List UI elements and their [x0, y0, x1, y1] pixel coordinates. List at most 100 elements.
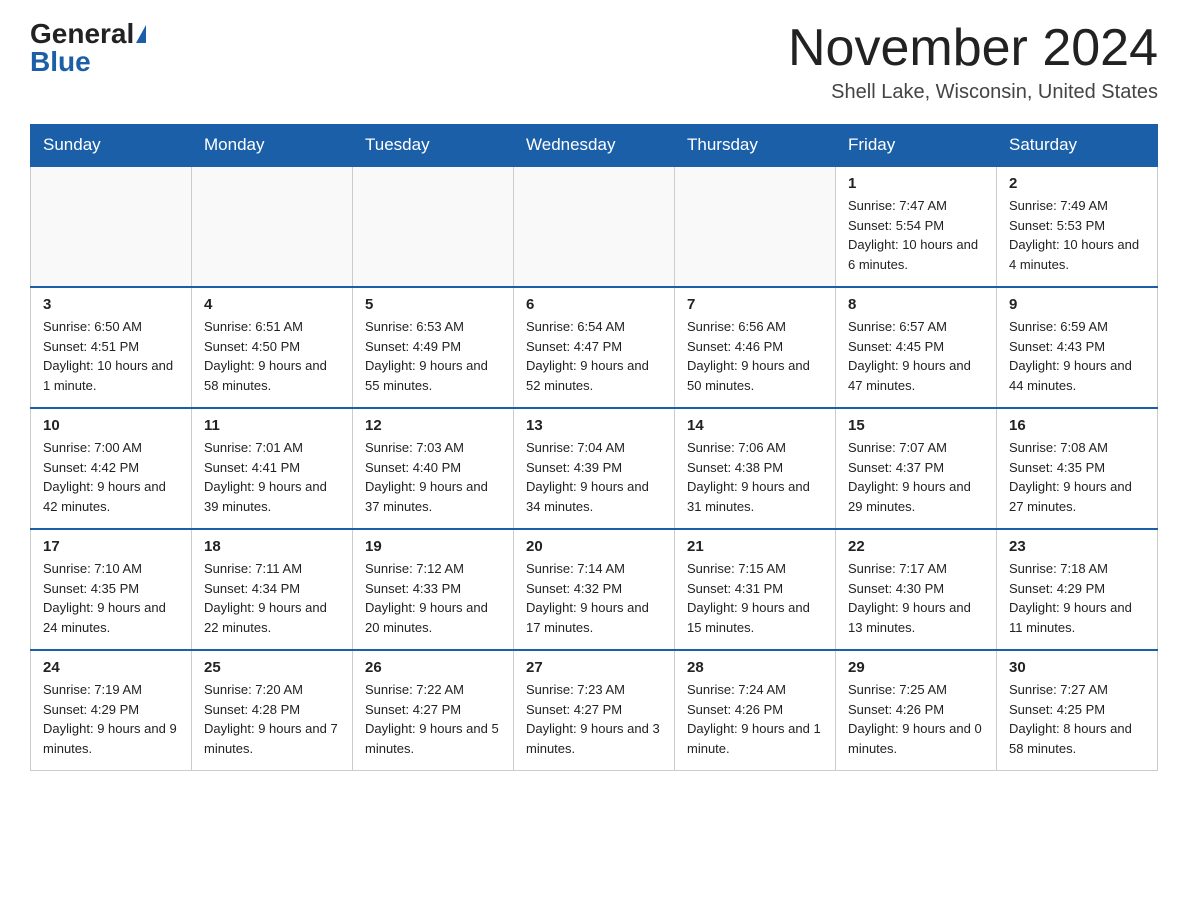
calendar-cell: 5Sunrise: 6:53 AMSunset: 4:49 PMDaylight…: [353, 287, 514, 408]
day-header-monday: Monday: [192, 125, 353, 167]
day-number: 24: [43, 659, 179, 676]
calendar-cell: 15Sunrise: 7:07 AMSunset: 4:37 PMDayligh…: [836, 408, 997, 529]
days-header-row: SundayMondayTuesdayWednesdayThursdayFrid…: [31, 125, 1158, 167]
day-info: Sunrise: 7:04 AMSunset: 4:39 PMDaylight:…: [526, 438, 662, 516]
day-number: 9: [1009, 296, 1145, 313]
day-number: 13: [526, 417, 662, 434]
calendar-cell: 9Sunrise: 6:59 AMSunset: 4:43 PMDaylight…: [997, 287, 1158, 408]
day-number: 17: [43, 538, 179, 555]
day-number: 10: [43, 417, 179, 434]
week-row-4: 17 Sunrise: 7:10 AMSunset: 4:35 PMDayligh…: [31, 529, 1158, 650]
calendar-cell: 18 Sunrise: 7:11 AMSunset: 4:34 PMDayligh…: [192, 529, 353, 650]
day-info: Sunrise: 7:22 AMSunset: 4:27 PMDaylight:…: [365, 680, 501, 758]
calendar-header: SundayMondayTuesdayWednesdayThursdayFrid…: [31, 125, 1158, 167]
day-number: 16: [1009, 417, 1145, 434]
day-info: Sunrise: 7:15 AMSunset: 4:31 PMDaylight:…: [687, 559, 823, 637]
week-row-3: 10 Sunrise: 7:00 AMSunset: 4:42 PMDayligh…: [31, 408, 1158, 529]
day-info: Sunrise: 7:25 AMSunset: 4:26 PMDaylight:…: [848, 680, 984, 758]
day-number: 12: [365, 417, 501, 434]
day-info: Sunrise: 7:14 AMSunset: 4:32 PMDaylight:…: [526, 559, 662, 637]
day-number: 3: [43, 296, 179, 313]
day-number: 2: [1009, 175, 1145, 192]
calendar-body: 1 Sunrise: 7:47 AMSunset: 5:54 PMDaylight…: [31, 166, 1158, 771]
day-info: Sunrise: 7:47 AMSunset: 5:54 PMDaylight:…: [848, 196, 984, 274]
location-text: Shell Lake, Wisconsin, United States: [788, 81, 1158, 104]
day-info: Sunrise: 6:53 AMSunset: 4:49 PMDaylight:…: [365, 317, 501, 395]
calendar-cell: 6 Sunrise: 6:54 AMSunset: 4:47 PMDaylight…: [514, 287, 675, 408]
logo-blue-text: Blue: [30, 48, 91, 76]
day-header-saturday: Saturday: [997, 125, 1158, 167]
day-number: 1: [848, 175, 984, 192]
day-header-wednesday: Wednesday: [514, 125, 675, 167]
calendar-cell: 14 Sunrise: 7:06 AMSunset: 4:38 PMDayligh…: [675, 408, 836, 529]
calendar-cell: 19 Sunrise: 7:12 AMSunset: 4:33 PMDayligh…: [353, 529, 514, 650]
day-number: 4: [204, 296, 340, 313]
day-info: Sunrise: 7:00 AMSunset: 4:42 PMDaylight:…: [43, 438, 179, 516]
day-info: Sunrise: 7:20 AMSunset: 4:28 PMDaylight:…: [204, 680, 340, 758]
calendar-cell: [675, 166, 836, 287]
calendar-cell: [192, 166, 353, 287]
day-number: 8: [848, 296, 984, 313]
week-row-5: 24 Sunrise: 7:19 AMSunset: 4:29 PMDayligh…: [31, 650, 1158, 771]
day-header-thursday: Thursday: [675, 125, 836, 167]
day-info: Sunrise: 6:57 AMSunset: 4:45 PMDaylight:…: [848, 317, 984, 395]
day-info: Sunrise: 7:23 AMSunset: 4:27 PMDaylight:…: [526, 680, 662, 758]
day-number: 26: [365, 659, 501, 676]
calendar-cell: [353, 166, 514, 287]
day-info: Sunrise: 7:49 AMSunset: 5:53 PMDaylight:…: [1009, 196, 1145, 274]
day-number: 15: [848, 417, 984, 434]
calendar-cell: 21 Sunrise: 7:15 AMSunset: 4:31 PMDayligh…: [675, 529, 836, 650]
day-number: 29: [848, 659, 984, 676]
day-info: Sunrise: 6:56 AMSunset: 4:46 PMDaylight:…: [687, 317, 823, 395]
calendar-cell: 27 Sunrise: 7:23 AMSunset: 4:27 PMDayligh…: [514, 650, 675, 771]
week-row-2: 3 Sunrise: 6:50 AMSunset: 4:51 PMDaylight…: [31, 287, 1158, 408]
day-number: 6: [526, 296, 662, 313]
day-header-tuesday: Tuesday: [353, 125, 514, 167]
day-info: Sunrise: 6:51 AMSunset: 4:50 PMDaylight:…: [204, 317, 340, 395]
day-info: Sunrise: 7:24 AMSunset: 4:26 PMDaylight:…: [687, 680, 823, 758]
calendar-cell: 13 Sunrise: 7:04 AMSunset: 4:39 PMDayligh…: [514, 408, 675, 529]
day-number: 25: [204, 659, 340, 676]
calendar-cell: 4 Sunrise: 6:51 AMSunset: 4:50 PMDaylight…: [192, 287, 353, 408]
day-number: 14: [687, 417, 823, 434]
day-number: 30: [1009, 659, 1145, 676]
day-info: Sunrise: 7:11 AMSunset: 4:34 PMDaylight:…: [204, 559, 340, 637]
day-info: Sunrise: 6:50 AMSunset: 4:51 PMDaylight:…: [43, 317, 179, 395]
day-info: Sunrise: 7:12 AMSunset: 4:33 PMDaylight:…: [365, 559, 501, 637]
month-title: November 2024: [788, 20, 1158, 77]
calendar-cell: 28 Sunrise: 7:24 AMSunset: 4:26 PMDayligh…: [675, 650, 836, 771]
day-info: Sunrise: 7:06 AMSunset: 4:38 PMDaylight:…: [687, 438, 823, 516]
day-info: Sunrise: 7:18 AMSunset: 4:29 PMDaylight:…: [1009, 559, 1145, 637]
calendar-cell: 29 Sunrise: 7:25 AMSunset: 4:26 PMDayligh…: [836, 650, 997, 771]
day-number: 18: [204, 538, 340, 555]
calendar-cell: 7Sunrise: 6:56 AMSunset: 4:46 PMDaylight…: [675, 287, 836, 408]
page-header: General Blue November 2024 Shell Lake, W…: [30, 20, 1158, 104]
calendar-cell: 16 Sunrise: 7:08 AMSunset: 4:35 PMDayligh…: [997, 408, 1158, 529]
calendar-cell: 17 Sunrise: 7:10 AMSunset: 4:35 PMDayligh…: [31, 529, 192, 650]
day-number: 28: [687, 659, 823, 676]
day-number: 22: [848, 538, 984, 555]
logo: General Blue: [30, 20, 146, 76]
day-number: 20: [526, 538, 662, 555]
calendar-cell: [31, 166, 192, 287]
day-info: Sunrise: 7:10 AMSunset: 4:35 PMDaylight:…: [43, 559, 179, 637]
calendar-cell: 22 Sunrise: 7:17 AMSunset: 4:30 PMDayligh…: [836, 529, 997, 650]
calendar-cell: 23Sunrise: 7:18 AMSunset: 4:29 PMDayligh…: [997, 529, 1158, 650]
day-number: 21: [687, 538, 823, 555]
day-number: 19: [365, 538, 501, 555]
day-number: 27: [526, 659, 662, 676]
calendar-cell: 20 Sunrise: 7:14 AMSunset: 4:32 PMDayligh…: [514, 529, 675, 650]
day-info: Sunrise: 7:17 AMSunset: 4:30 PMDaylight:…: [848, 559, 984, 637]
day-info: Sunrise: 6:54 AMSunset: 4:47 PMDaylight:…: [526, 317, 662, 395]
day-info: Sunrise: 7:27 AMSunset: 4:25 PMDaylight:…: [1009, 680, 1145, 758]
calendar-cell: 24 Sunrise: 7:19 AMSunset: 4:29 PMDayligh…: [31, 650, 192, 771]
calendar-table: SundayMondayTuesdayWednesdayThursdayFrid…: [30, 124, 1158, 771]
calendar-cell: 30 Sunrise: 7:27 AMSunset: 4:25 PMDayligh…: [997, 650, 1158, 771]
calendar-cell: [514, 166, 675, 287]
calendar-cell: 26 Sunrise: 7:22 AMSunset: 4:27 PMDayligh…: [353, 650, 514, 771]
day-header-sunday: Sunday: [31, 125, 192, 167]
day-info: Sunrise: 7:08 AMSunset: 4:35 PMDaylight:…: [1009, 438, 1145, 516]
title-block: November 2024 Shell Lake, Wisconsin, Uni…: [788, 20, 1158, 104]
day-info: Sunrise: 7:19 AMSunset: 4:29 PMDaylight:…: [43, 680, 179, 758]
day-info: Sunrise: 7:01 AMSunset: 4:41 PMDaylight:…: [204, 438, 340, 516]
